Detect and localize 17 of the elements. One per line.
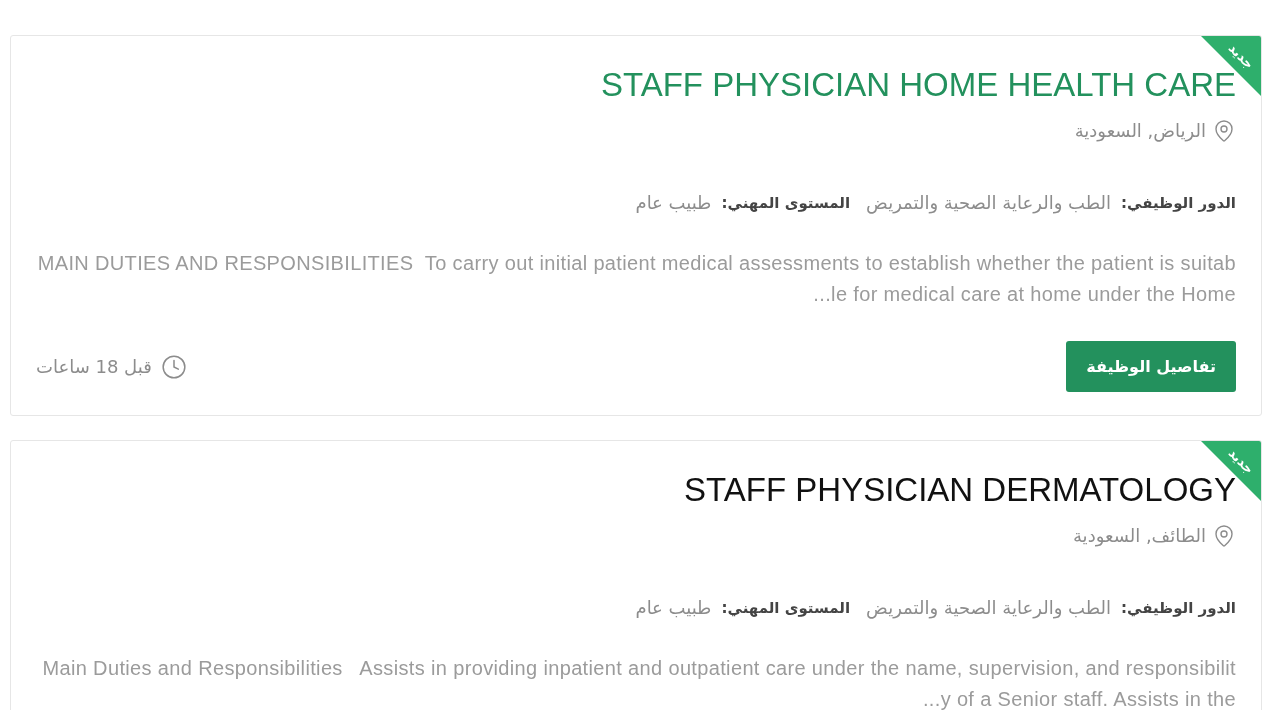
location-text: الرياض, السعودية [1074, 119, 1206, 143]
meta-value: طبيب عام [635, 191, 712, 215]
meta-label: الدور الوظيفي: [1120, 598, 1236, 619]
meta-value: الطب والرعاية الصحية والتمريض [866, 596, 1111, 620]
job-description: MAIN DUTIES AND RESPONSIBILITIES To carry out initial patient medical assessments to establish whether the patient is suitable for medical care at home under the Home... [36, 251, 1236, 307]
posted-time: قبل 18 ساعات [36, 354, 152, 379]
location-pin-icon [1212, 119, 1236, 143]
location-pin-icon [1212, 524, 1236, 548]
meta-value: الطب والرعاية الصحية والتمريض [866, 191, 1111, 215]
location-text: الطائف, السعودية [1072, 524, 1206, 548]
meta-label: المستوى المهني: [721, 193, 851, 214]
job-description: Main Duties and Responsibilities Assists in providing inpatient and outpatient care under the name, supervision, and responsibility of a Senior staff. Assists in the... [41, 656, 1236, 710]
meta-value: طبيب عام [635, 596, 712, 620]
meta-label: المستوى المهني: [721, 598, 851, 619]
meta-label: الدور الوظيفي: [1120, 193, 1236, 214]
job-details-button[interactable]: تفاصيل الوظيفة [1066, 341, 1236, 392]
clock-icon [160, 353, 187, 380]
